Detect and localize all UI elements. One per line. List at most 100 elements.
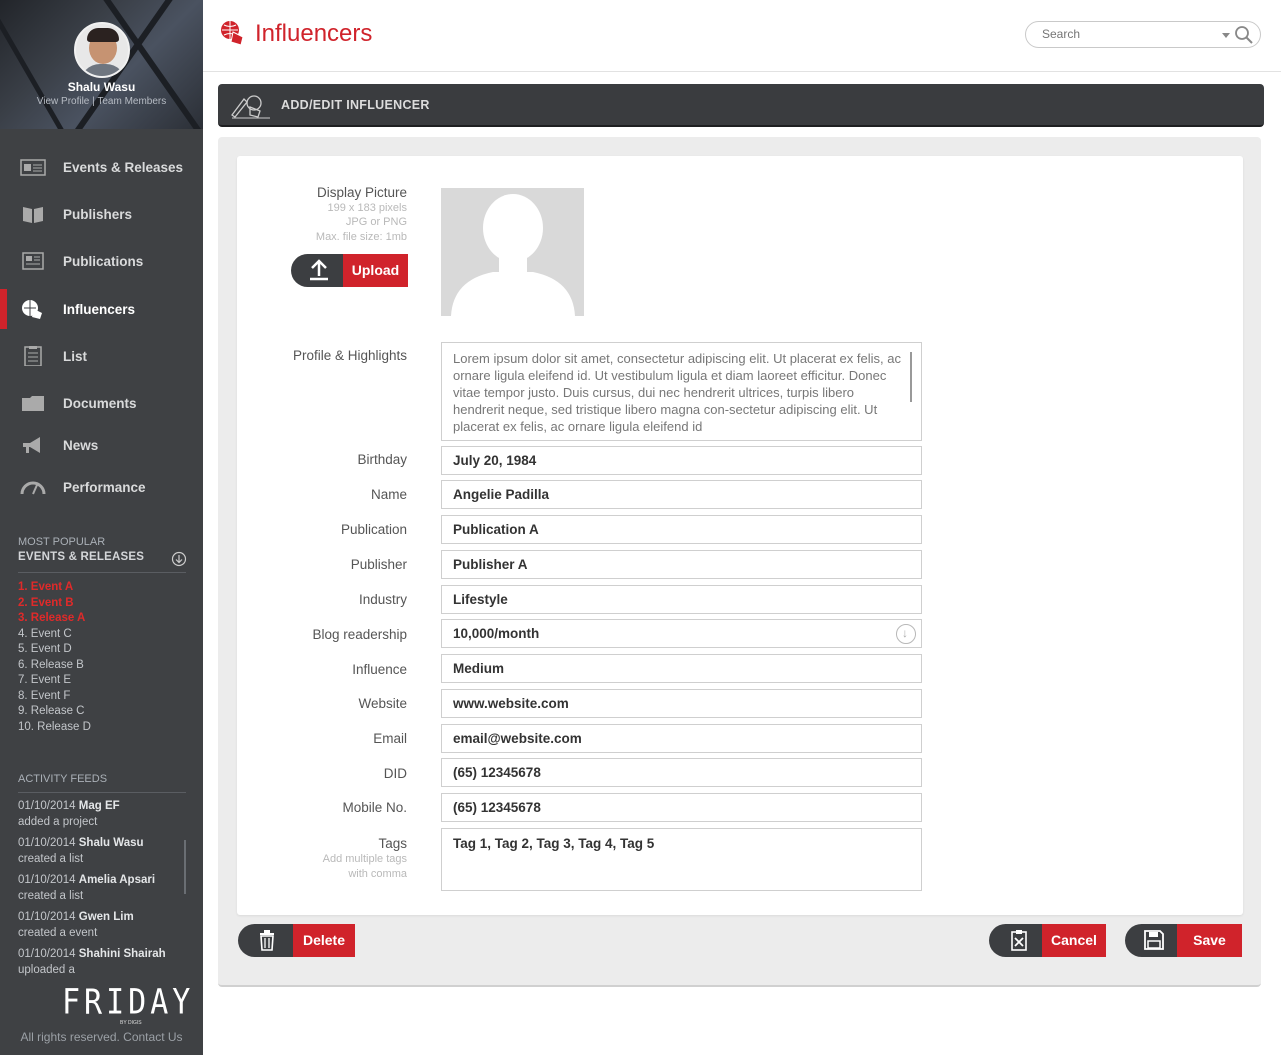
feed-item[interactable]: 01/10/2014 Shahini Shairah uploaded a [18,946,178,983]
save-button[interactable]: Save [1125,924,1242,957]
upload-label: Upload [343,254,408,287]
feed-date: 01/10/2014 [18,837,76,849]
circle-arrow-down-icon[interactable] [171,551,187,567]
feed-item[interactable]: 01/10/2014 Shalu Wasu created a list [18,835,178,872]
popular-item[interactable]: 5. Event D [18,642,186,658]
search-icon[interactable] [1234,25,1254,45]
display-picture-hint: Max. file size: 1mb [315,231,407,243]
field-value: July 20, 1984 [453,453,537,468]
publication-field[interactable]: Publication A [441,515,922,544]
popular-item[interactable]: 4. Event C [18,627,186,643]
influence-field[interactable]: Medium [441,654,922,683]
field-label: Industry [358,592,407,607]
feed-item[interactable]: 01/10/2014 Mag EF added a project [18,798,178,835]
page-title: Influencers [255,20,373,47]
feed-date: 01/10/2014 [18,800,76,812]
textarea-scrollbar[interactable] [910,352,912,402]
field-label: Website [358,696,407,711]
popular-item[interactable]: 7. Event E [18,673,186,689]
sidebar-item-publishers[interactable]: Publishers [0,194,203,234]
sidebar-item-performance[interactable]: Performance [0,467,203,507]
sidebar-item-events-releases[interactable]: Events & Releases [0,147,203,187]
field-value: (65) 12345678 [453,800,541,815]
popular-item[interactable]: 9. Release C [18,704,186,720]
field-label: Mobile No. [342,800,407,815]
newspaper-icon [22,252,44,270]
sidebar-item-label: Publishers [63,206,133,222]
search-input[interactable] [1042,27,1212,41]
tags-input[interactable]: Tag 1, Tag 2, Tag 3, Tag 4, Tag 5 [441,828,922,891]
field-label: Influence [352,662,407,677]
sidebar: Shalu Wasu View Profile | Team Members E… [0,0,203,1055]
sidebar-item-list[interactable]: List [0,336,203,376]
profile-links[interactable]: View Profile | Team Members [0,96,203,107]
globe-hand-icon [22,300,42,319]
blog-readership-select[interactable]: 10,000/month [441,619,922,648]
did-field[interactable]: (65) 12345678 [441,758,922,787]
profile-textarea[interactable]: Lorem ipsum dolor sit amet, consectetur … [441,342,922,441]
popular-item[interactable]: 10. Release D [18,720,186,736]
email-field[interactable]: email@website.com [441,724,922,753]
chevron-down-icon[interactable] [1222,33,1230,38]
popular-item[interactable]: 6. Release B [18,658,186,674]
divider [18,572,186,573]
cancel-label: Cancel [1042,924,1106,957]
popular-title: MOST POPULAR [18,536,106,548]
save-label: Save [1177,924,1242,957]
panel-header: ADD/EDIT INFLUENCER [218,84,1264,127]
footer-text[interactable]: All rights reserved. Contact Us [0,1030,203,1044]
feed-scrollbar[interactable] [184,840,186,894]
feed-date: 01/10/2014 [18,874,76,886]
name-field[interactable]: Angelie Padilla [441,480,922,509]
cancel-button[interactable]: Cancel [989,924,1106,957]
feed-who: Mag EF [78,800,120,812]
display-picture-label: Display Picture [316,185,407,200]
mobile-field[interactable]: (65) 12345678 [441,793,922,822]
feeds-title: ACTIVITY FEEDS [18,773,108,785]
popular-item[interactable]: 1. Event A [18,580,186,596]
upload-button[interactable]: Upload [291,254,408,287]
globe-hand-icon [221,21,244,46]
field-label: Publisher [350,557,407,572]
top-header: Influencers [203,0,1281,72]
popular-subtitle: EVENTS & RELEASES [18,551,145,563]
folder-icon [22,396,44,411]
field-label: Blog readership [312,627,407,642]
dropdown-arrow-icon[interactable] [896,624,916,644]
megaphone-icon [23,437,40,453]
sidebar-item-label: Publications [63,253,144,269]
field-value: Publication A [453,522,539,537]
birthday-field[interactable]: July 20, 1984 [441,446,922,475]
tags-hint: Add multiple tags [322,853,407,865]
gauge-icon [20,481,46,495]
feed-who: Gwen Lim [78,911,134,923]
field-value: (65) 12345678 [453,765,541,780]
delete-button[interactable]: Delete [238,924,355,957]
sidebar-item-publications[interactable]: Publications [0,241,203,281]
popular-item[interactable]: 3. Release A [18,611,186,627]
display-picture-placeholder[interactable] [441,188,584,316]
sidebar-item-documents[interactable]: Documents [0,383,203,423]
popular-item[interactable]: 2. Event B [18,596,186,612]
feed-what: uploaded a [18,964,75,976]
book-icon [23,207,43,223]
feed-item[interactable]: 01/10/2014 Gwen Lim created a event [18,909,178,946]
popular-item[interactable]: 8. Event F [18,689,186,705]
website-field[interactable]: www.website.com [441,689,922,718]
sidebar-item-news[interactable]: News [0,425,203,465]
clipboard-icon [24,346,42,366]
search-box[interactable] [1025,21,1261,48]
industry-field[interactable]: Lifestyle [441,585,922,614]
avatar[interactable] [74,22,130,78]
feed-date: 01/10/2014 [18,911,76,923]
sidebar-item-label: Events & Releases [63,159,184,175]
clipboard-x-icon [989,924,1042,957]
sidebar-item-influencers[interactable]: Influencers [0,289,203,329]
field-label: Name [370,487,407,502]
divider [18,792,186,793]
panel-title: ADD/EDIT INFLUENCER [281,98,430,112]
trash-icon [238,924,293,957]
field-value: Lifestyle [453,592,508,607]
publisher-field[interactable]: Publisher A [441,550,922,579]
feed-item[interactable]: 01/10/2014 Amelia Apsari created a list [18,872,178,909]
